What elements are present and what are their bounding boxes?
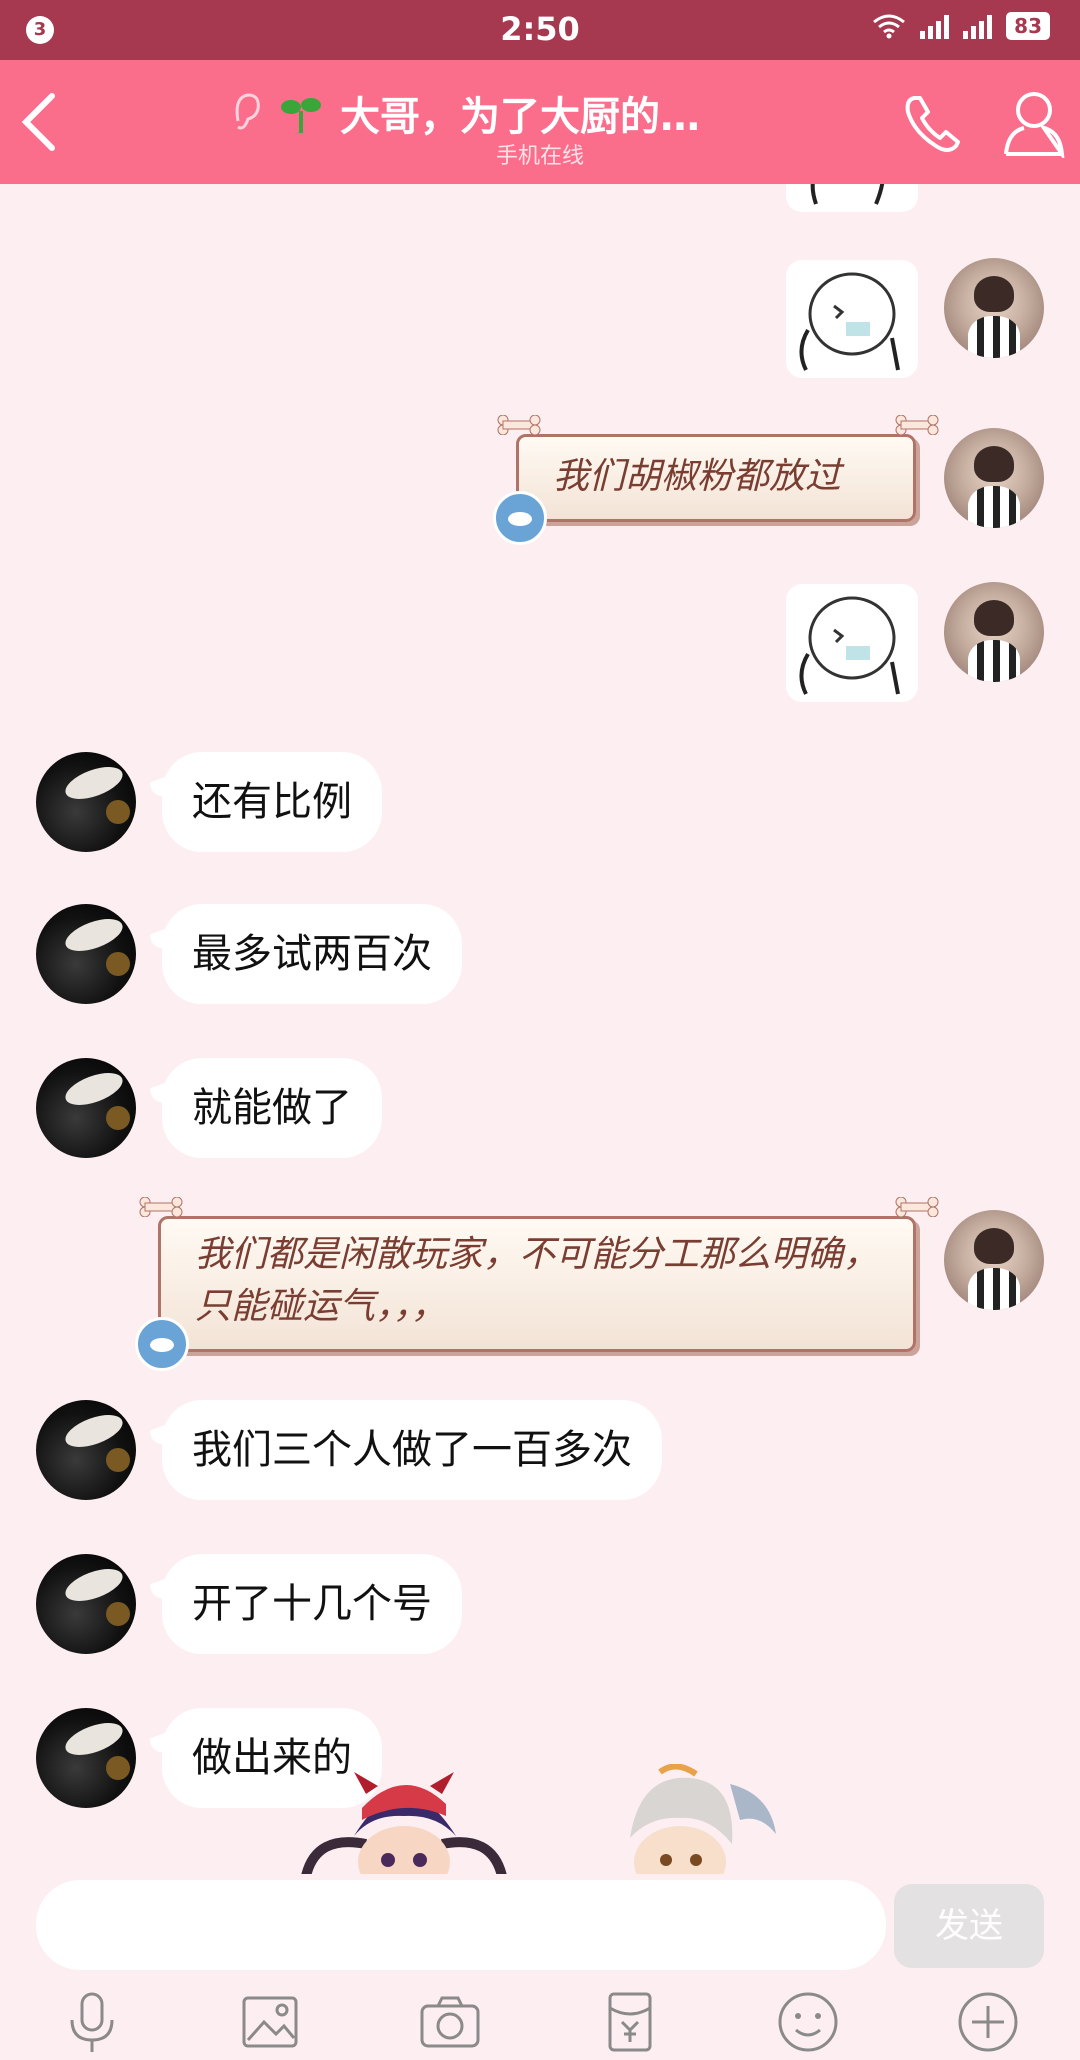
bone-ornament-icon — [497, 415, 541, 435]
red-packet-icon[interactable] — [598, 1990, 662, 2054]
title-row: 大哥，为了大厨的… — [230, 84, 700, 142]
fox-mascot-icon — [493, 491, 547, 545]
signal-2-icon — [963, 13, 993, 39]
sprout-icon — [281, 98, 321, 133]
friend-avatar[interactable] — [36, 904, 136, 1004]
my-avatar[interactable] — [944, 258, 1044, 358]
incoming-message-bubble[interactable]: 最多试两百次 — [162, 904, 462, 1004]
friend-avatar[interactable] — [36, 1400, 136, 1500]
decorated-message-bubble[interactable]: 我们都是闲散玩家，不可能分工那么明确，只能碰运气，，， — [135, 1197, 939, 1371]
image-icon[interactable] — [238, 1990, 302, 2054]
my-avatar[interactable] — [944, 428, 1044, 528]
status-bar: 3 2:50 83 — [0, 0, 1080, 60]
input-bar: 发送 — [0, 1874, 1080, 2060]
microphone-icon[interactable] — [60, 1990, 124, 2054]
chat-title: 大哥，为了大厨的… — [340, 94, 700, 140]
phone-call-icon[interactable] — [900, 92, 964, 156]
message-text: 我们胡椒粉都放过 — [553, 456, 842, 497]
friend-avatar[interactable] — [36, 1058, 136, 1158]
friend-avatar[interactable] — [36, 1708, 136, 1808]
friend-avatar[interactable] — [36, 752, 136, 852]
incoming-message-bubble[interactable]: 就能做了 — [162, 1058, 382, 1158]
incoming-message-bubble[interactable]: 还有比例 — [162, 752, 382, 852]
chibi-character-silver — [630, 1764, 776, 1874]
plus-icon[interactable] — [956, 1990, 1020, 2054]
message-text: 我们都是闲散玩家，不可能分工那么明确，只能碰运气，，， — [195, 1234, 880, 1327]
emoji-icon[interactable] — [776, 1990, 840, 2054]
battery-icon: 83 — [1006, 12, 1050, 40]
sticker-message[interactable] — [786, 184, 918, 212]
sticker-message[interactable] — [786, 584, 918, 702]
chat-header: 大哥，为了大厨的… 手机在线 — [0, 60, 1080, 184]
chat-messages[interactable]: 我们胡椒粉都放过 还有比例 最多试两百次 就能做了 我们都是闲散玩家，不可能分工… — [0, 184, 1080, 1874]
chibi-character-devil — [301, 1772, 507, 1874]
incoming-message-bubble[interactable]: 开了十几个号 — [162, 1554, 462, 1654]
signal-icon — [920, 13, 950, 39]
friend-avatar[interactable] — [36, 1554, 136, 1654]
incoming-message-bubble[interactable]: 我们三个人做了一百多次 — [162, 1400, 662, 1500]
my-avatar[interactable] — [944, 1210, 1044, 1310]
bone-ornament-icon — [139, 1197, 183, 1217]
fox-mascot-icon — [135, 1317, 189, 1371]
decorated-message-bubble[interactable]: 我们胡椒粉都放过 — [493, 415, 939, 545]
bone-ornament-icon — [895, 1197, 939, 1217]
wifi-icon — [873, 14, 906, 39]
send-button[interactable]: 发送 — [894, 1884, 1044, 1968]
sticker-message[interactable] — [786, 260, 918, 378]
status-icons: 83 — [872, 12, 1050, 40]
message-input[interactable] — [36, 1880, 886, 1970]
ear-icon — [235, 93, 260, 130]
bone-ornament-icon — [895, 415, 939, 435]
my-avatar[interactable] — [944, 582, 1044, 682]
camera-icon[interactable] — [418, 1990, 482, 2054]
input-toolbar — [0, 1976, 1080, 2060]
profile-icon[interactable] — [1002, 88, 1066, 158]
